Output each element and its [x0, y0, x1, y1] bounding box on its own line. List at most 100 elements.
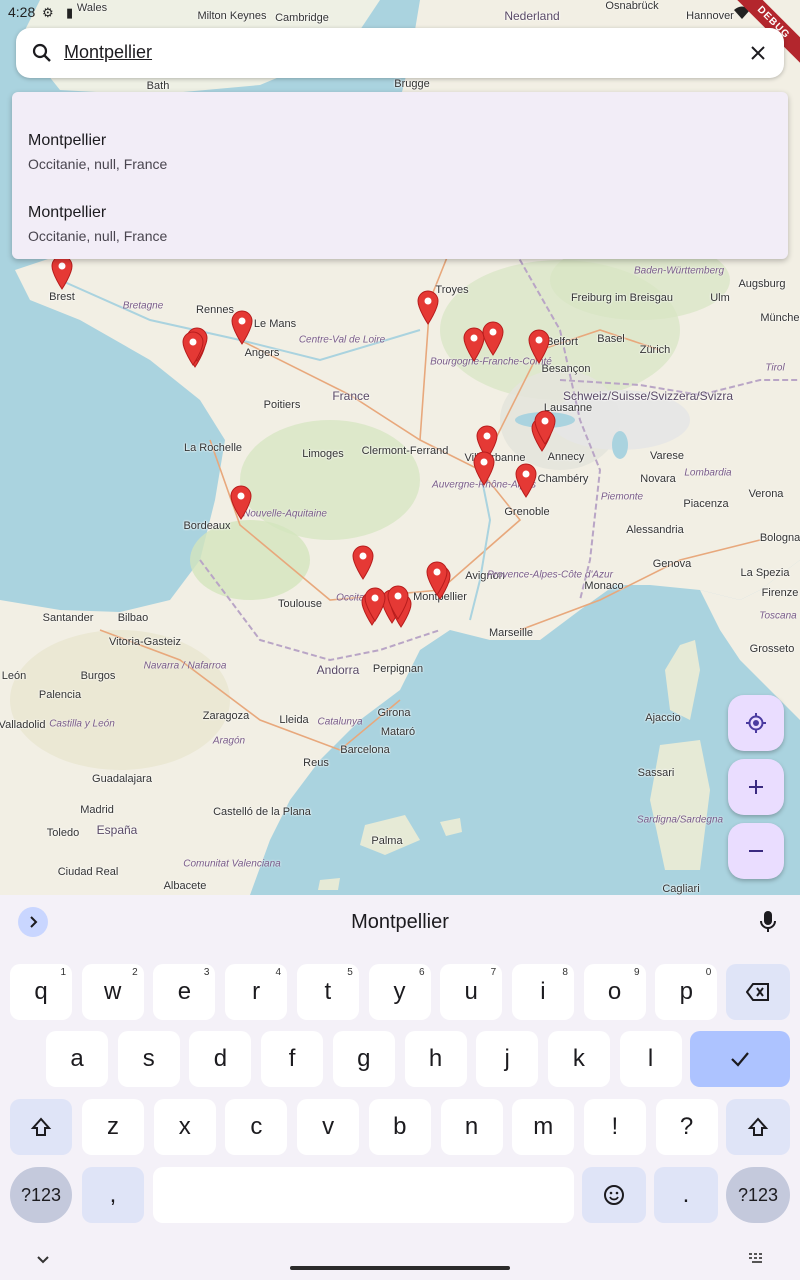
map-marker-icon[interactable]: [181, 330, 205, 366]
symbols-key-left[interactable]: ?123: [10, 1167, 72, 1223]
status-time: 4:28: [8, 4, 36, 20]
key-p[interactable]: p0: [655, 964, 718, 1020]
map-marker-icon[interactable]: [351, 544, 375, 580]
map-label-limoges: Limoges: [302, 448, 344, 460]
map-marker-icon[interactable]: [229, 484, 253, 520]
key-q[interactable]: q1: [10, 964, 72, 1020]
map-label-basel: Basel: [597, 333, 625, 345]
my-location-button[interactable]: [728, 695, 784, 751]
map-label-angers: Angers: [244, 347, 280, 359]
map-label-chambery: Chambéry: [537, 473, 589, 485]
keyboard-suggestion[interactable]: Montpellier: [0, 911, 800, 934]
map-marker-icon[interactable]: [527, 328, 551, 364]
key-d[interactable]: d: [189, 1031, 252, 1087]
map-label-france: France: [332, 389, 370, 403]
key-g[interactable]: g: [332, 1031, 395, 1087]
key-l[interactable]: l: [619, 1031, 682, 1087]
map-label-reus: Reus: [303, 757, 329, 769]
map-label-guadalajara: Guadalajara: [92, 773, 152, 785]
comma-key[interactable]: ,: [82, 1167, 144, 1223]
suggestion-subtitle: Occitanie, null, France: [28, 156, 168, 172]
key-t[interactable]: t5: [296, 964, 359, 1020]
map-region-aragon: Aragón: [212, 735, 246, 747]
map-region-centre: Centre-Val de Loire: [298, 334, 386, 346]
close-icon[interactable]: [746, 41, 770, 65]
search-input[interactable]: Montpellier: [64, 42, 152, 63]
map-label-girona: Girona: [377, 707, 411, 719]
suggestion-item[interactable]: Montpellier Occitanie, null, France: [28, 204, 768, 264]
keyboard-hide-icon[interactable]: [36, 1255, 50, 1265]
period-key[interactable]: .: [654, 1167, 718, 1223]
shift-key-right[interactable]: [726, 1099, 790, 1155]
map-region-sardegna: Sardigna/Sardegna: [636, 814, 724, 826]
key-h[interactable]: h: [404, 1031, 467, 1087]
key-r[interactable]: r4: [225, 964, 288, 1020]
map-label-annecy: Annecy: [547, 451, 585, 463]
search-bar[interactable]: Montpellier: [16, 28, 784, 78]
map-label-ulm: Ulm: [710, 292, 730, 304]
map-region-schweiz: Schweiz/Suisse/Svizzera/Svizra: [562, 389, 734, 403]
key-z[interactable]: z: [82, 1099, 144, 1155]
key-v[interactable]: v: [297, 1099, 360, 1155]
map-marker-icon[interactable]: [425, 560, 449, 596]
key-m[interactable]: m: [512, 1099, 575, 1155]
map-label-poitiers: Poitiers: [263, 399, 301, 411]
key-e[interactable]: e3: [153, 964, 216, 1020]
map-region-baden: Baden-Württemberg: [633, 265, 725, 277]
map-label-valladolid: Valladolid: [0, 719, 46, 731]
map-label-bath: Bath: [146, 80, 170, 92]
key-![interactable]: !: [583, 1099, 646, 1155]
key-o[interactable]: o9: [583, 964, 646, 1020]
key-c[interactable]: c: [225, 1099, 288, 1155]
map-label-piacenza: Piacenza: [683, 498, 729, 510]
key-w[interactable]: w2: [81, 964, 144, 1020]
key-a[interactable]: a: [46, 1031, 108, 1087]
zoom-out-button[interactable]: [728, 823, 784, 879]
map-marker-icon[interactable]: [386, 584, 410, 620]
zoom-in-button[interactable]: [728, 759, 784, 815]
map-marker-icon[interactable]: [481, 320, 505, 356]
map-label-bilbao: Bilbao: [117, 612, 149, 624]
key-u[interactable]: u7: [440, 964, 503, 1020]
key-?[interactable]: ?: [655, 1099, 718, 1155]
map-label-bordeaux: Bordeaux: [183, 520, 231, 532]
emoji-key[interactable]: [582, 1167, 646, 1223]
suggestion-item[interactable]: Montpellier Occitanie, null, France: [28, 132, 768, 192]
map-label-verona: Verona: [748, 488, 784, 500]
key-s[interactable]: s: [117, 1031, 180, 1087]
map-marker-icon[interactable]: [472, 450, 496, 486]
key-b[interactable]: b: [368, 1099, 431, 1155]
map-marker-icon[interactable]: [416, 289, 440, 325]
map-region-nouvelle-aquitaine: Nouvelle-Aquitaine: [243, 508, 327, 520]
microphone-icon[interactable]: [758, 909, 778, 935]
map-label-novara: Novara: [640, 473, 676, 485]
key-j[interactable]: j: [476, 1031, 539, 1087]
key-n[interactable]: n: [440, 1099, 503, 1155]
key-i[interactable]: i8: [511, 964, 574, 1020]
key-x[interactable]: x: [153, 1099, 216, 1155]
map-label-brugge: Brugge: [394, 78, 430, 90]
map-label-santander: Santander: [42, 612, 94, 624]
enter-key[interactable]: [690, 1031, 790, 1087]
space-key[interactable]: [153, 1167, 574, 1223]
key-f[interactable]: f: [261, 1031, 324, 1087]
check-icon: [731, 1052, 749, 1067]
my-location-icon: [746, 713, 766, 733]
shift-key-left[interactable]: [10, 1099, 72, 1155]
map-marker-icon[interactable]: [533, 409, 557, 445]
map-label-cagliari: Cagliari: [662, 883, 700, 895]
key-k[interactable]: k: [547, 1031, 610, 1087]
home-indicator[interactable]: [290, 1266, 510, 1270]
map-label-palma: Palma: [371, 835, 403, 847]
map-marker-icon[interactable]: [363, 586, 387, 622]
suggestion-title: Montpellier: [28, 204, 107, 221]
key-y[interactable]: y6: [368, 964, 431, 1020]
suggestion-subtitle: Occitanie, null, France: [28, 228, 168, 244]
map-label-firenze: Firenze: [761, 587, 799, 599]
map-marker-icon[interactable]: [230, 309, 254, 345]
backspace-key[interactable]: [726, 964, 790, 1020]
map-label-munchen: München: [760, 312, 800, 324]
keyboard-switch-icon[interactable]: [748, 1252, 766, 1264]
map-marker-icon[interactable]: [514, 462, 538, 498]
symbols-key-right[interactable]: ?123: [726, 1167, 790, 1223]
